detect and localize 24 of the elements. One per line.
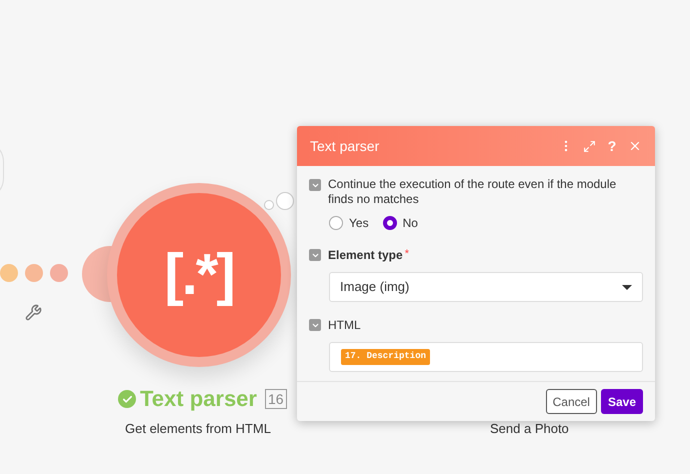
field-label: Continue the execution of the route even if the module finds no matches [328,177,618,207]
dialog-title: Text parser [310,136,380,156]
wrench-icon[interactable] [25,304,42,321]
module-glyph: [.*] [164,246,234,304]
required-mark: * [404,247,409,262]
module-title: Text parser [140,388,257,410]
dropdown-caret-icon [622,284,632,290]
cancel-button[interactable]: Cancel [546,389,597,414]
radio-option[interactable]: No [382,214,418,232]
close-icon[interactable] [628,139,642,153]
radio-button[interactable] [382,216,397,230]
radio-option[interactable]: Yes [329,214,369,232]
collapse-toggle[interactable] [309,179,321,191]
module-count: 16 [264,389,287,409]
radio-button[interactable] [329,216,343,230]
collapse-toggle[interactable] [309,319,321,331]
module-subtitle: Get elements from HTML [125,420,271,438]
field-label: HTML [328,317,361,334]
save-button[interactable]: Save [600,389,643,414]
collapse-toggle[interactable] [309,249,321,261]
select-field[interactable]: Image (img) [329,272,643,302]
module-subtitle: Send a Photo [490,420,569,438]
field-label: Element type [328,247,403,264]
expand-icon[interactable] [583,140,596,152]
